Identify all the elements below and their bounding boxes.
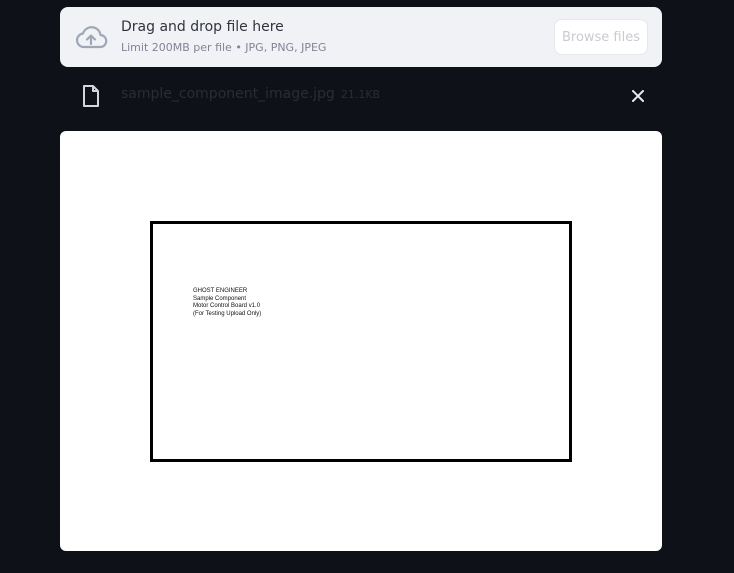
board-label-line: Sample Component	[193, 295, 247, 302]
close-icon	[632, 90, 644, 102]
cloud-upload-icon	[74, 23, 108, 51]
image-preview: GHOST ENGINEER Sample Component Motor Co…	[60, 131, 662, 551]
file-icon	[81, 84, 101, 108]
dropzone-subtitle: Limit 200MB per file • JPG, PNG, JPEG	[121, 41, 327, 54]
file-name-text: sample_component_image.jpg	[121, 86, 335, 102]
board-label-line: (For Testing Upload Only)	[193, 310, 262, 317]
file-size: 21.1KB	[340, 88, 381, 101]
file-name: sample_component_image.jpg 21.1KB	[121, 86, 380, 102]
browse-files-button[interactable]: Browse files	[554, 19, 648, 55]
board-label-line: GHOST ENGINEER	[193, 288, 248, 294]
board-label-line: Motor Control Board v1.0	[193, 303, 261, 309]
board-label: GHOST ENGINEER Sample Component Motor Co…	[193, 288, 261, 318]
uploaded-file-row: sample_component_image.jpg 21.1KB	[60, 78, 662, 112]
file-dropzone[interactable]: Drag and drop file here Limit 200MB per …	[60, 7, 662, 67]
dropzone-title: Drag and drop file here	[121, 19, 284, 35]
component-board: GHOST ENGINEER Sample Component Motor Co…	[150, 221, 572, 462]
remove-file-button[interactable]	[628, 86, 648, 106]
